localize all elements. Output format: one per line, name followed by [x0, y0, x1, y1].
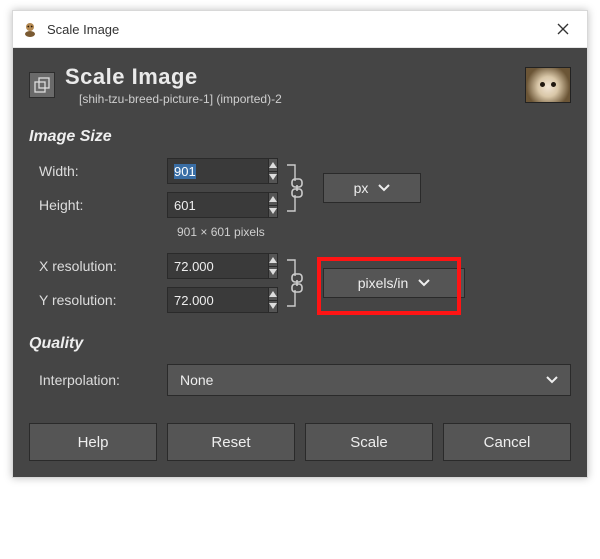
- yres-input[interactable]: [167, 287, 268, 313]
- resolution-unit-dropdown[interactable]: pixels/in: [323, 268, 465, 298]
- titlebar: Scale Image: [13, 11, 587, 48]
- interpolation-label: Interpolation:: [39, 372, 167, 388]
- scale-button[interactable]: Scale: [305, 423, 433, 461]
- dialog-body: Scale Image [shih-tzu-breed-picture-1] (…: [13, 48, 587, 477]
- button-row: Help Reset Scale Cancel: [29, 423, 571, 461]
- height-label: Height:: [39, 197, 167, 213]
- chevron-down-icon: [546, 376, 558, 384]
- width-spinner: [167, 158, 277, 184]
- dialog-subtitle: [shih-tzu-breed-picture-1] (imported)-2: [79, 92, 525, 106]
- image-thumbnail: [525, 67, 571, 103]
- width-input[interactable]: [167, 158, 268, 184]
- size-unit-dropdown[interactable]: px: [323, 173, 421, 203]
- scale-icon: [29, 72, 55, 98]
- dialog-header: Scale Image [shih-tzu-breed-picture-1] (…: [29, 60, 571, 118]
- width-label: Width:: [39, 163, 167, 179]
- help-button[interactable]: Help: [29, 423, 157, 461]
- chevron-down-icon: [418, 279, 430, 287]
- scale-image-dialog: Scale Image Scale Image [shih-tzu-breed-…: [12, 10, 588, 478]
- yres-label: Y resolution:: [39, 292, 167, 308]
- interpolation-value: None: [180, 372, 213, 388]
- chain-link-icon[interactable]: [283, 159, 311, 217]
- xres-spinner: [167, 253, 277, 279]
- dialog-title: Scale Image: [65, 64, 525, 90]
- size-unit-label: px: [354, 180, 369, 196]
- section-quality: Quality: [29, 335, 571, 353]
- section-image-size: Image Size: [29, 128, 571, 146]
- reset-button[interactable]: Reset: [167, 423, 295, 461]
- chevron-down-icon: [378, 184, 390, 192]
- resolution-unit-label: pixels/in: [358, 275, 409, 291]
- close-button[interactable]: [539, 11, 587, 47]
- yres-spinner: [167, 287, 277, 313]
- window-title: Scale Image: [47, 22, 119, 37]
- height-input[interactable]: [167, 192, 268, 218]
- xres-input[interactable]: [167, 253, 268, 279]
- chain-link-icon[interactable]: [283, 254, 311, 312]
- pixel-dimensions-note: 901 × 601 pixels: [177, 225, 571, 239]
- cancel-button[interactable]: Cancel: [443, 423, 571, 461]
- app-icon: [21, 20, 39, 38]
- height-spinner: [167, 192, 277, 218]
- xres-label: X resolution:: [39, 258, 167, 274]
- interpolation-dropdown[interactable]: None: [167, 364, 571, 396]
